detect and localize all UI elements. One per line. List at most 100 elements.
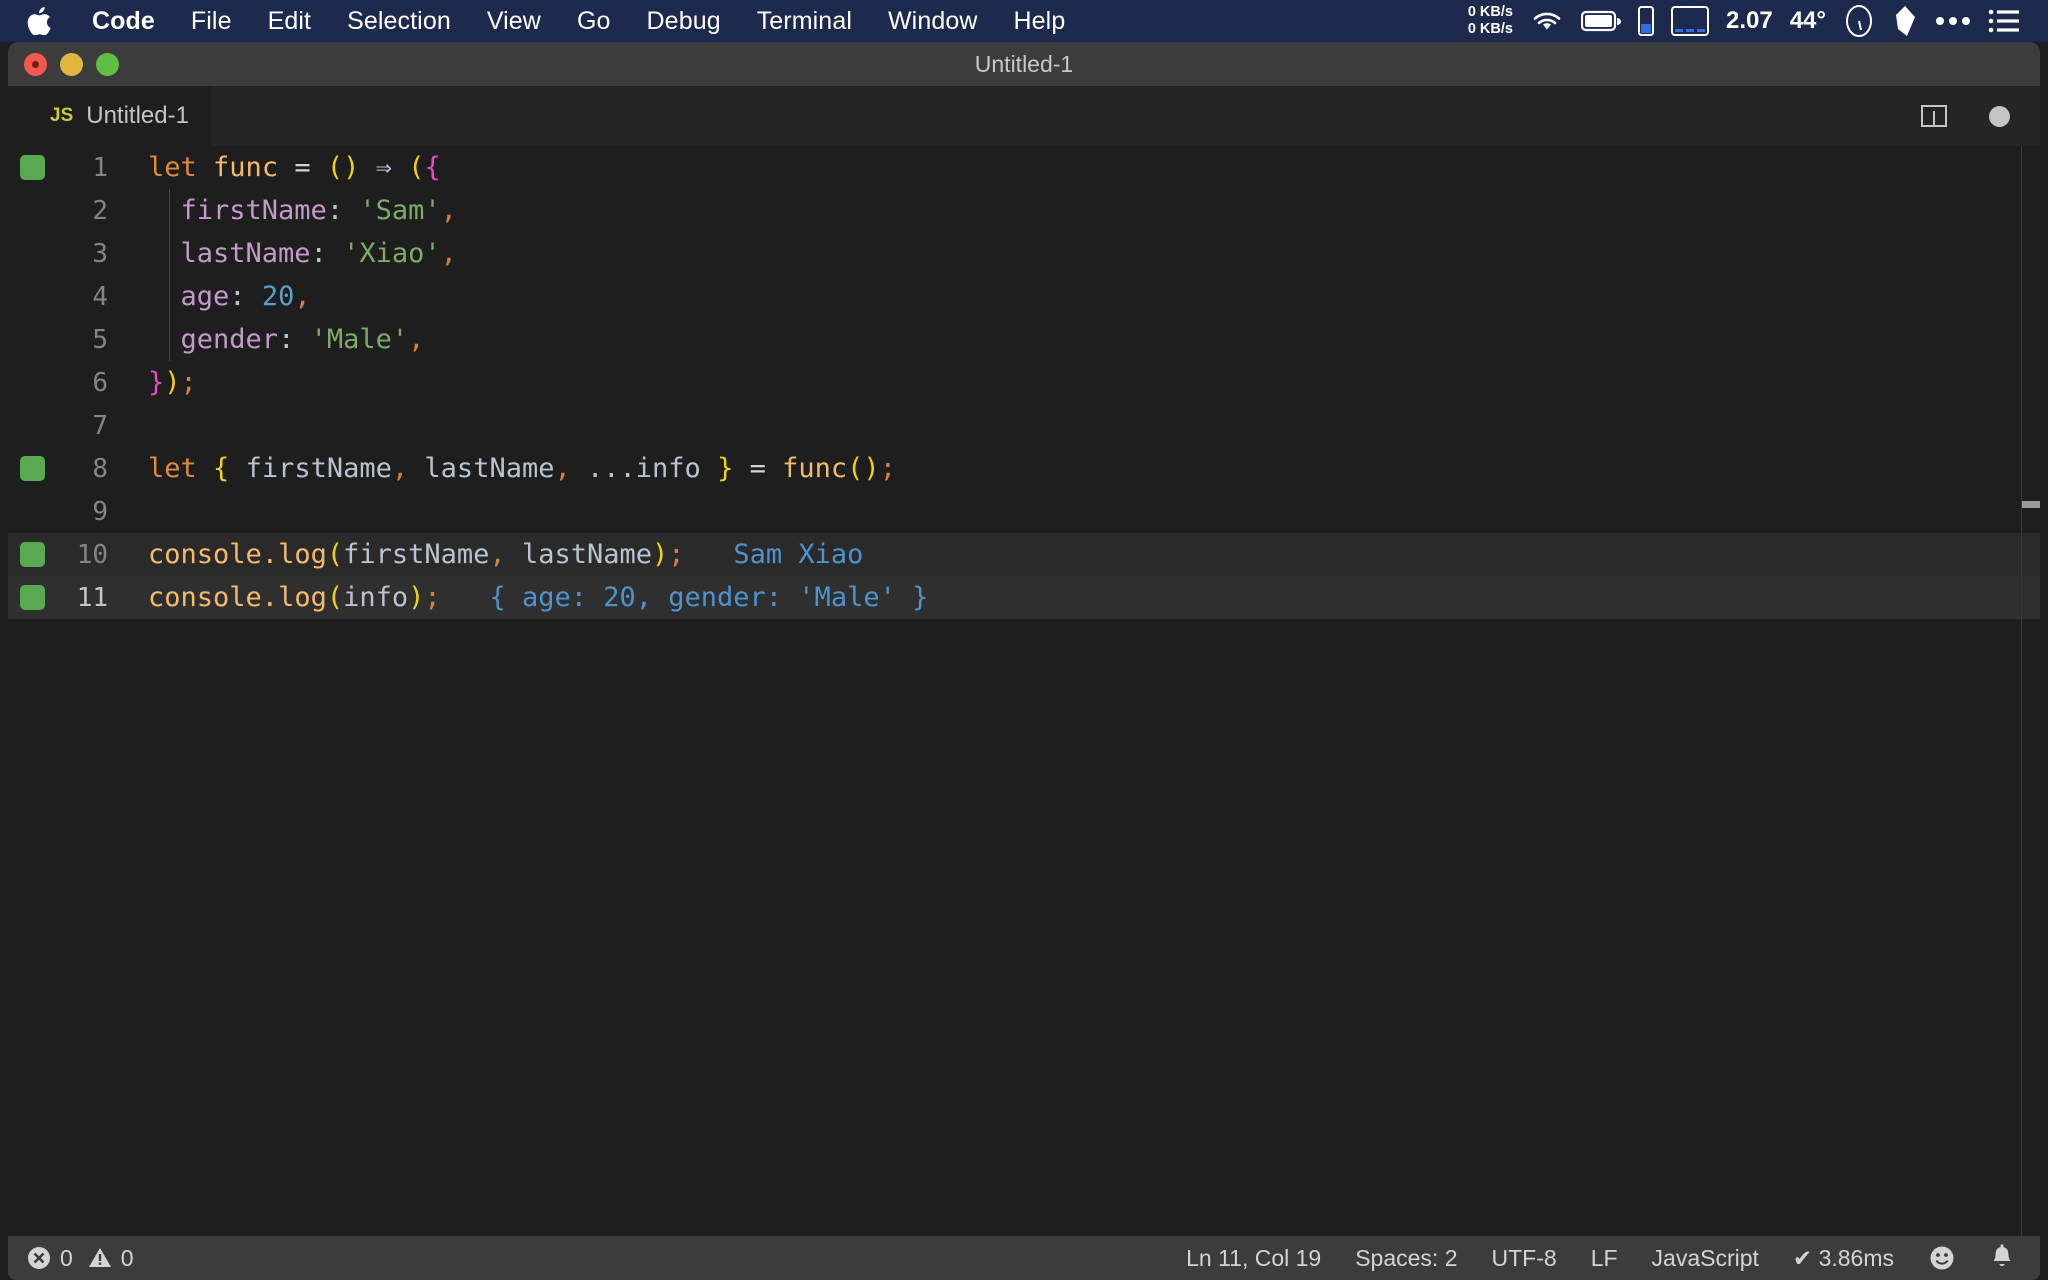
code-content: age: 20,: [130, 281, 311, 312]
gutter-marker-icon[interactable]: [20, 585, 45, 610]
menu-bar-status-items: 0 KB/s 0 KB/s 2.07 44°: [1468, 0, 2030, 42]
memory-gauge-icon[interactable]: [1637, 6, 1654, 36]
menu-item-edit[interactable]: Edit: [250, 0, 329, 42]
code-line-3[interactable]: 3 lastName: 'Xiao',: [8, 232, 2040, 275]
menu-item-view[interactable]: View: [469, 0, 559, 42]
line-number: 3: [92, 238, 108, 269]
language-mode[interactable]: JavaScript: [1652, 1245, 1759, 1272]
code-token: info: [343, 582, 409, 613]
network-speed-indicator[interactable]: 0 KB/s 0 KB/s: [1468, 4, 1513, 38]
code-token: :: [310, 238, 327, 269]
status-bar-right: Ln 11, Col 19 Spaces: 2 UTF-8 LF JavaScr…: [1186, 1244, 2014, 1272]
code-line-10[interactable]: 10 console.log(firstName, lastName); Sam …: [8, 533, 2040, 576]
gutter-marker-icon[interactable]: [20, 155, 45, 180]
scrollbar-thumb[interactable]: [2022, 501, 2040, 508]
apple-logo-icon[interactable]: [26, 6, 52, 36]
code-token: 'Sam': [359, 195, 441, 226]
code-token: console: [148, 582, 262, 613]
menu-item-help[interactable]: Help: [996, 0, 1084, 42]
code-line-11[interactable]: 11 console.log(info); { age: 20, gender: …: [8, 576, 2040, 619]
warning-icon: [88, 1248, 111, 1267]
code-token: lastName: [180, 238, 311, 269]
code-content: firstName: 'Sam',: [130, 195, 457, 226]
editor-scrollbar[interactable]: [2021, 146, 2040, 1236]
code-line-1[interactable]: 1 let func = () ⇒ ({: [8, 146, 2040, 189]
code-token: func: [782, 453, 848, 484]
code-token: (: [326, 539, 344, 570]
shard-icon[interactable]: [1892, 5, 1918, 37]
menu-item-debug[interactable]: Debug: [629, 0, 739, 42]
code-line-2[interactable]: 2 firstName: 'Sam',: [8, 189, 2040, 232]
code-token: ,: [554, 453, 571, 484]
window-title: Untitled-1: [974, 50, 1074, 77]
problems-indicator[interactable]: 0 0: [26, 1245, 140, 1272]
cpu-graph-icon[interactable]: [1670, 6, 1709, 36]
code-line-5[interactable]: 5 gender: 'Male',: [8, 318, 2040, 361]
encoding-setting[interactable]: UTF-8: [1492, 1245, 1557, 1272]
code-token: log: [278, 539, 327, 570]
temperature-value[interactable]: 44°: [1790, 7, 1826, 35]
code-token: let: [148, 453, 197, 484]
battery-icon[interactable]: [1580, 10, 1621, 32]
runtime-duration[interactable]: ✔ 3.86ms: [1793, 1245, 1894, 1272]
code-token: firstName: [343, 539, 490, 570]
gutter-marker-icon[interactable]: [20, 456, 45, 481]
indent-guide: [169, 189, 170, 232]
minimize-window-button[interactable]: [60, 52, 83, 76]
code-content: gender: 'Male',: [130, 324, 425, 355]
tab-label: Untitled-1: [86, 102, 189, 129]
eol-setting[interactable]: LF: [1591, 1245, 1618, 1272]
network-upload-speed: 0 KB/s: [1467, 21, 1513, 37]
code-token: ,: [408, 324, 425, 355]
cursor-position[interactable]: Ln 11, Col 19: [1186, 1245, 1321, 1272]
maximize-window-button[interactable]: [96, 52, 119, 76]
menu-item-selection[interactable]: Selection: [329, 0, 469, 42]
code-line-6[interactable]: 6});: [8, 361, 2040, 404]
menu-item-terminal[interactable]: Terminal: [739, 0, 870, 42]
wifi-icon[interactable]: [1530, 8, 1564, 34]
code-token: ...: [587, 453, 636, 484]
close-window-button[interactable]: [24, 52, 47, 76]
ellipsis-icon[interactable]: [1935, 15, 1971, 27]
code-token: .: [261, 582, 279, 613]
code-line-4[interactable]: 4 age: 20,: [8, 275, 2040, 318]
tab-bar-actions: [1921, 105, 2040, 127]
traffic-light-buttons: [8, 52, 119, 76]
split-editor-icon[interactable]: [1921, 105, 1947, 127]
menu-item-window[interactable]: Window: [870, 0, 996, 42]
bell-icon[interactable]: [1990, 1244, 2014, 1272]
network-download-speed: 0 KB/s: [1467, 4, 1513, 20]
code-token: :: [326, 195, 344, 226]
code-line-9[interactable]: 9: [8, 490, 2040, 533]
code-token: ): [164, 367, 181, 398]
unsaved-dot-icon[interactable]: [1989, 105, 2010, 127]
code-line-7[interactable]: 7: [8, 404, 2040, 447]
menu-item-file[interactable]: File: [173, 0, 250, 42]
code-token: }: [717, 453, 734, 484]
indentation-setting[interactable]: Spaces: 2: [1355, 1245, 1457, 1272]
system-load-value[interactable]: 2.07: [1726, 7, 1773, 35]
code-token: (: [408, 152, 425, 183]
smiley-icon[interactable]: [1928, 1244, 1956, 1272]
code-token: lastName: [424, 453, 555, 484]
menu-item-code[interactable]: Code: [74, 0, 173, 42]
clock-icon[interactable]: [1843, 4, 1875, 38]
code-line-8[interactable]: 8 let { firstName, lastName, ...info } = …: [8, 447, 2040, 490]
code-editor[interactable]: 1 let func = () ⇒ ({2 firstName: 'Sam', 3 …: [8, 146, 2040, 1236]
tab-untitled-1[interactable]: JS Untitled-1: [8, 86, 211, 146]
close-dot-icon: [32, 60, 39, 68]
code-token: 'Male': [310, 324, 409, 355]
list-icon[interactable]: [1988, 8, 2020, 34]
menu-item-go[interactable]: Go: [559, 0, 629, 42]
code-token: ,: [489, 539, 506, 570]
status-bar-left: 0 0: [26, 1245, 140, 1272]
code-token: (): [326, 152, 360, 183]
gutter-marker-icon[interactable]: [20, 542, 45, 567]
